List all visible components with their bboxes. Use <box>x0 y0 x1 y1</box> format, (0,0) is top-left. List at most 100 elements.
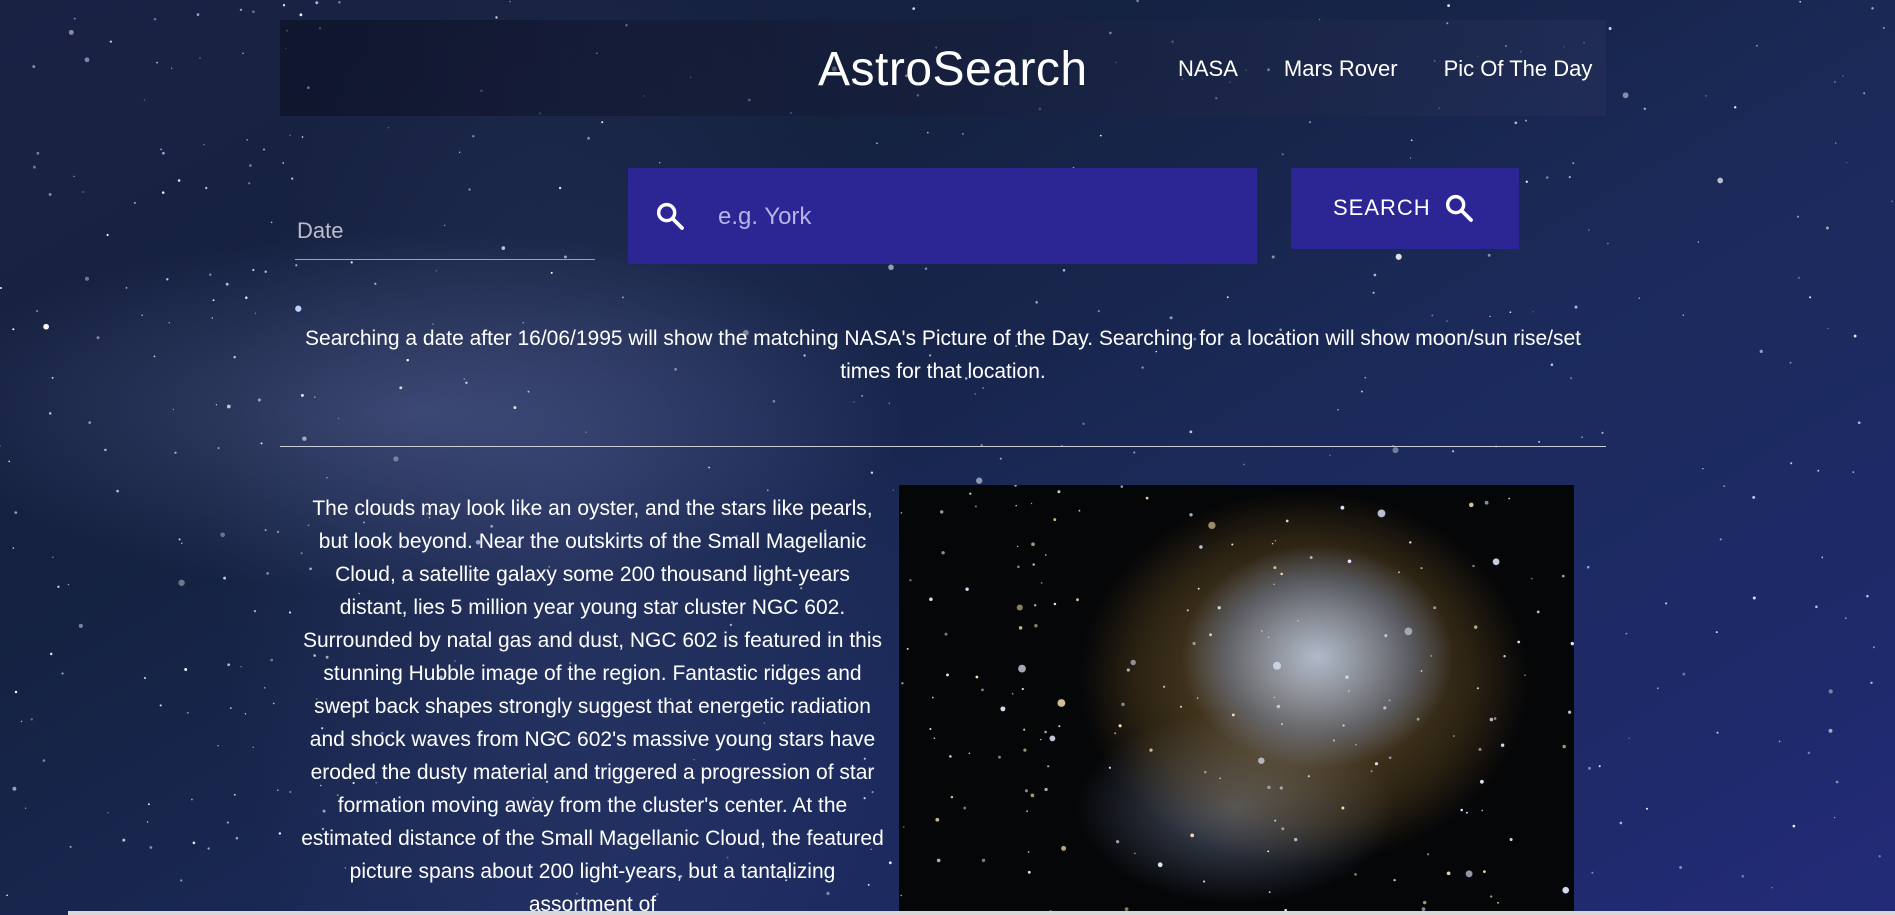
star <box>1281 153 1284 156</box>
nav-link-pic-of-the-day[interactable]: Pic Of The Day <box>1444 56 1593 82</box>
nav-link-mars-rover[interactable]: Mars Rover <box>1284 56 1398 82</box>
nav-link-nasa[interactable]: NASA <box>1178 56 1238 82</box>
star <box>1545 176 1549 179</box>
star <box>220 532 225 538</box>
star <box>999 457 1002 460</box>
star <box>12 786 17 791</box>
star <box>1870 681 1873 685</box>
search-button[interactable]: SEARCH <box>1291 168 1519 249</box>
star <box>240 665 242 668</box>
nebula-star <box>1342 724 1345 727</box>
nebula-star <box>1271 542 1274 545</box>
nebula-star <box>1276 704 1281 709</box>
star <box>1853 334 1857 338</box>
nebula-star <box>1149 748 1153 752</box>
star <box>0 287 2 289</box>
location-search-input[interactable] <box>716 196 1240 238</box>
star <box>458 151 461 153</box>
nebula-star <box>1273 566 1277 570</box>
nebula-star <box>1023 748 1027 752</box>
star <box>659 162 661 164</box>
star <box>239 8 243 12</box>
nebula-star <box>1039 738 1042 741</box>
star <box>495 16 498 19</box>
nebula-star <box>1404 627 1413 636</box>
nebula-star <box>1197 587 1200 590</box>
star <box>24 807 27 809</box>
star <box>1833 816 1836 819</box>
star <box>585 431 587 433</box>
star <box>177 179 181 182</box>
star <box>272 702 275 705</box>
star <box>1598 765 1601 768</box>
star <box>215 404 218 406</box>
star <box>1587 229 1590 231</box>
star <box>147 803 150 806</box>
star <box>892 489 894 491</box>
nebula-star <box>1409 541 1412 544</box>
star <box>1601 431 1604 434</box>
nebula-star <box>949 755 952 758</box>
star <box>30 718 33 721</box>
date-input[interactable] <box>295 213 589 249</box>
star <box>190 798 193 801</box>
star <box>621 296 624 299</box>
brand-title[interactable]: AstroSearch <box>818 42 1088 97</box>
star <box>1828 728 1833 733</box>
star <box>1645 807 1649 810</box>
nebula-star <box>1508 497 1511 500</box>
star <box>1487 253 1491 257</box>
star <box>876 142 878 145</box>
nebula-star <box>1114 732 1117 735</box>
star <box>374 282 377 285</box>
nebula-star <box>1108 766 1111 769</box>
nebula-star <box>1340 505 1345 510</box>
nebula-star <box>936 858 941 863</box>
nebula-star <box>903 826 905 828</box>
star <box>252 746 254 748</box>
nebula-star <box>1034 604 1037 607</box>
nebula-star <box>1047 765 1050 768</box>
horizontal-scrollbar[interactable] <box>68 911 1895 915</box>
star <box>162 151 165 155</box>
nebula-star <box>1260 630 1263 632</box>
nebula-star <box>1281 827 1285 831</box>
nebula-star <box>1016 545 1019 548</box>
star <box>772 399 776 403</box>
star <box>178 538 181 541</box>
star <box>57 585 60 588</box>
star <box>263 148 265 151</box>
nebula-star <box>1465 870 1473 878</box>
star <box>186 711 189 714</box>
star <box>888 264 894 271</box>
star <box>199 57 201 59</box>
apod-explanation: The clouds may look like an oyster, and … <box>301 497 884 915</box>
star <box>962 133 964 135</box>
star <box>227 663 231 667</box>
nebula-star <box>974 505 977 508</box>
nebula-star <box>929 597 933 602</box>
star <box>861 395 863 397</box>
nebula-star <box>975 675 979 679</box>
nebula-star <box>1267 850 1270 853</box>
nebula-star <box>1189 513 1193 517</box>
star <box>233 793 236 796</box>
star <box>1097 309 1100 313</box>
star <box>295 305 302 312</box>
search-icon <box>1445 194 1473 222</box>
nebula-star <box>1053 602 1057 606</box>
star <box>181 542 183 544</box>
nebula-star <box>1478 747 1482 751</box>
star <box>1608 27 1612 30</box>
star <box>226 821 229 824</box>
star <box>976 477 983 484</box>
nebula-star <box>1497 901 1499 904</box>
star <box>14 511 18 514</box>
star <box>1890 200 1893 203</box>
star <box>1568 176 1571 179</box>
nebula-star <box>1014 485 1017 487</box>
star <box>1797 276 1801 279</box>
nebula-star <box>1121 702 1125 707</box>
star <box>853 401 855 403</box>
section-divider <box>280 446 1606 447</box>
